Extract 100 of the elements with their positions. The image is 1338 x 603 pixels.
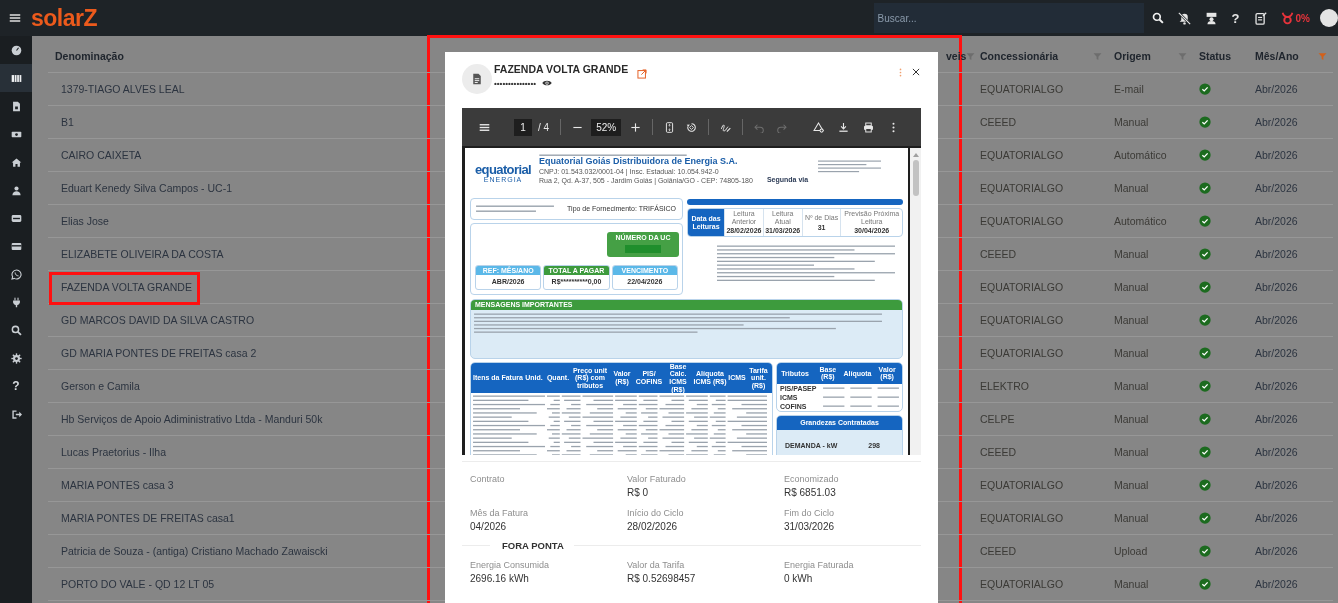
eye-icon[interactable] (542, 78, 552, 88)
table-cell: Abr/2026 (1255, 215, 1298, 227)
print-icon[interactable] (863, 121, 875, 133)
table-cell: Hb Serviços de Apoio Adiministrativo Ltda - Manduri 50k (61, 413, 323, 425)
field-label: Mês da Fatura (470, 508, 530, 518)
table-cell: Manual (1114, 512, 1149, 524)
columns-icon[interactable] (10, 72, 22, 84)
column-header[interactable]: Status (1199, 50, 1232, 62)
table-cell: CEEED (980, 116, 1017, 128)
search-icon[interactable] (10, 324, 22, 336)
server-icon[interactable] (10, 212, 22, 224)
help-button[interactable]: ? (1231, 10, 1240, 26)
column-header[interactable]: Mês/Ano (1255, 50, 1299, 62)
field-value: R$ 0 (627, 487, 649, 498)
search-field[interactable]: Buscar... (873, 3, 1144, 33)
close-icon[interactable] (911, 67, 921, 77)
search-icon[interactable] (1151, 12, 1164, 24)
rotate-icon[interactable] (686, 121, 698, 133)
table-cell: Abr/2026 (1255, 446, 1298, 458)
field-value: 31/03/2026 (784, 521, 835, 532)
avatar[interactable] (1320, 9, 1338, 27)
table-cell: B1 (61, 116, 74, 128)
table-cell: PORTO DO VALE - QD 12 LT 05 (61, 578, 215, 590)
table-cell: EQUATORIALGO (980, 149, 1064, 161)
table-cell: Automático (1114, 215, 1167, 227)
table-cell: Manual (1114, 578, 1149, 590)
table-cell: CEEED (980, 545, 1017, 557)
table-cell: FAZENDA VOLTA GRANDE (61, 281, 192, 293)
table-cell: ELEKTRO (980, 380, 1029, 392)
download-icon[interactable] (838, 121, 850, 133)
table-cell: CEEED (980, 248, 1017, 260)
table-cell: CEEED (980, 446, 1017, 458)
field-label: Contrato (470, 474, 506, 484)
page-count: / 4 (538, 121, 550, 133)
table-cell: Manual (1114, 281, 1149, 293)
table-cell: Abr/2026 (1255, 512, 1298, 524)
fit-page-icon[interactable] (664, 121, 676, 133)
table-cell: 1379-TIAGO ALVES LEAL (61, 83, 185, 95)
field-value: 04/2026 (470, 521, 507, 532)
table-cell: EQUATORIALGO (980, 578, 1064, 590)
plug-icon[interactable] (10, 296, 22, 308)
column-header[interactable]: Concessionária (980, 50, 1059, 62)
home-icon[interactable] (10, 156, 22, 168)
table-cell: CELPE (980, 413, 1015, 425)
external-link-icon[interactable] (637, 69, 648, 79)
field-label: Energia Consumida (470, 560, 551, 570)
table-cell: Upload (1114, 545, 1148, 557)
table-cell: EQUATORIALGO (980, 512, 1064, 524)
table-cell: Abr/2026 (1255, 413, 1298, 425)
alert-icon (1280, 11, 1294, 25)
field-value: 28/02/2026 (627, 521, 678, 532)
card-icon[interactable] (10, 240, 22, 252)
field-label: Economizado (784, 474, 840, 484)
table-cell: Automático (1114, 149, 1167, 161)
table-cell: MARIA PONTES DE FREITAS casa1 (61, 512, 235, 524)
help-item[interactable]: ? (12, 379, 20, 393)
field-label: Valor Faturado (627, 474, 687, 484)
zoom-field[interactable]: 52% (591, 118, 622, 136)
table-cell: Patricia de Souza - (antiga) Cristiano Machado Zawaiscki (61, 545, 328, 557)
table-cell: Abr/2026 (1255, 248, 1298, 260)
menu-icon[interactable] (9, 12, 21, 24)
column-header[interactable]: Denominação (55, 50, 124, 62)
page-number-field[interactable]: 1 (514, 118, 532, 136)
scrollbar[interactable] (910, 148, 921, 455)
document-text: Equatorial Goiás Distribuidora de Energia S.A. (539, 157, 739, 168)
logout-icon[interactable] (10, 408, 22, 420)
table-cell: EQUATORIALGO (980, 347, 1064, 359)
modal-title: FAZENDA VOLTA GRANDE (494, 63, 629, 75)
field-label: Energia Faturada (784, 560, 855, 570)
table-cell: Abr/2026 (1255, 281, 1298, 293)
menu-icon[interactable] (479, 121, 490, 133)
column-header[interactable]: Origem (1114, 50, 1151, 62)
user-icon[interactable] (10, 184, 22, 196)
field-label: Fim do Ciclo (784, 508, 835, 518)
gauge-icon[interactable] (10, 44, 22, 56)
settings-icon[interactable] (10, 352, 22, 364)
id-badge-icon[interactable] (1204, 11, 1218, 25)
file-icon[interactable] (10, 100, 22, 112)
section-title: FORA PONTA (501, 540, 565, 551)
table-cell: EQUATORIALGO (980, 314, 1064, 326)
table-cell: Abr/2026 (1255, 149, 1298, 161)
zoom-in-icon[interactable] (630, 121, 642, 133)
table-cell: Abr/2026 (1255, 479, 1298, 491)
clipboard-icon[interactable] (1253, 11, 1267, 25)
table-cell: Manual (1114, 413, 1149, 425)
table-cell: E-mail (1114, 83, 1144, 95)
table-cell: EQUATORIALGO (980, 182, 1064, 194)
table-cell: GD MARIA PONTES DE FREITAS casa 2 (61, 347, 257, 359)
field-value: 2696.16 kWh (470, 573, 529, 584)
table-cell: EQUATORIALGO (980, 479, 1064, 491)
table-cell: CAIRO CAIXETA (61, 149, 142, 161)
table-cell: Lucas Praetorius - Ilha (61, 446, 167, 458)
logo[interactable]: solarZ (31, 6, 98, 30)
muted-bell-icon[interactable] (1177, 11, 1191, 25)
table-cell: Manual (1114, 182, 1149, 194)
field-value: R$ 0.52698457 (627, 573, 696, 584)
alert-button[interactable]: 0% (1280, 11, 1310, 25)
table-cell: ELIZABETE OLIVEIRA DA COSTA (61, 248, 224, 260)
chat-icon[interactable] (10, 268, 22, 280)
signature-icon[interactable] (720, 121, 732, 133)
